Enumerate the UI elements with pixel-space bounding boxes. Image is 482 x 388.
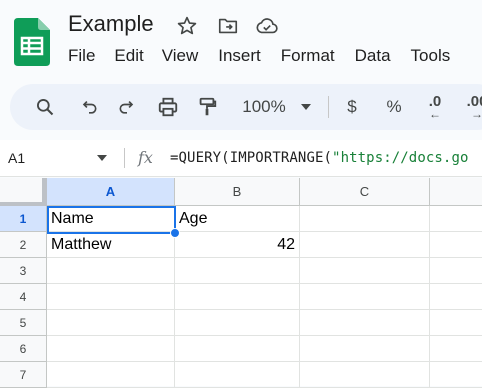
cell-a6[interactable] xyxy=(47,336,175,362)
menu-data[interactable]: Data xyxy=(355,46,391,70)
cell-a1[interactable]: Name xyxy=(47,206,175,232)
cell-d4[interactable] xyxy=(430,284,482,310)
spreadsheet-grid: A B C 1 2 3 4 5 6 7 Name Age Matthew 42 xyxy=(0,178,482,388)
arrow-right-icon: → xyxy=(471,107,482,121)
menu-edit[interactable]: Edit xyxy=(114,46,143,70)
cell-d6[interactable] xyxy=(430,336,482,362)
cell-a2[interactable]: Matthew xyxy=(47,232,175,258)
column-header-b[interactable]: B xyxy=(175,178,300,206)
document-title[interactable]: Example xyxy=(68,11,154,37)
cell-d5[interactable] xyxy=(430,310,482,336)
row-header-4[interactable]: 4 xyxy=(0,284,47,310)
formula-divider xyxy=(124,148,125,168)
cell-c6[interactable] xyxy=(300,336,430,362)
cell-b6[interactable] xyxy=(175,336,300,362)
column-header-a[interactable]: A xyxy=(47,178,175,206)
increase-decimal-button[interactable]: .00 → xyxy=(462,84,482,130)
row-header-3[interactable]: 3 xyxy=(0,258,47,284)
sheets-logo[interactable] xyxy=(14,18,50,66)
name-box-dropdown-icon[interactable] xyxy=(97,155,107,161)
formula-string-text: "https://docs.go xyxy=(332,150,469,166)
cell-b3[interactable] xyxy=(175,258,300,284)
paint-format-icon[interactable] xyxy=(194,84,220,130)
formula-function-text: =QUERY(IMPORTRANGE( xyxy=(170,150,333,166)
toolbar: 100% $ % .0 ← .00 → xyxy=(10,84,482,130)
select-all-corner[interactable] xyxy=(0,178,48,207)
cell-d1[interactable] xyxy=(430,206,482,232)
row-header-1[interactable]: 1 xyxy=(0,206,47,232)
cell-c7[interactable] xyxy=(300,362,430,388)
column-header-d[interactable] xyxy=(430,178,482,206)
format-percent-button[interactable]: % xyxy=(382,84,406,130)
column-header-c[interactable]: C xyxy=(300,178,430,206)
dropdown-arrow-icon[interactable] xyxy=(296,84,316,130)
cell-b2[interactable]: 42 xyxy=(175,232,300,258)
menu-file[interactable]: File xyxy=(68,46,95,70)
zoom-select[interactable]: 100% xyxy=(234,84,294,130)
cell-d2[interactable] xyxy=(430,232,482,258)
cell-c5[interactable] xyxy=(300,310,430,336)
move-to-folder-icon[interactable] xyxy=(216,14,240,38)
cell-c1[interactable] xyxy=(300,206,430,232)
arrow-left-icon: ← xyxy=(429,107,441,121)
undo-icon[interactable] xyxy=(76,84,102,130)
menu-insert[interactable]: Insert xyxy=(218,46,261,70)
cell-c2[interactable] xyxy=(300,232,430,258)
menu-bar: File Edit View Insert Format Data Tools xyxy=(68,46,450,70)
row-header-6[interactable]: 6 xyxy=(0,336,47,362)
cell-b1[interactable]: Age xyxy=(175,206,300,232)
menu-view[interactable]: View xyxy=(162,46,199,70)
cell-a7[interactable] xyxy=(47,362,175,388)
name-box[interactable]: A1 xyxy=(8,150,25,166)
redo-icon[interactable] xyxy=(114,84,140,130)
star-icon[interactable] xyxy=(175,14,199,38)
row-header-7[interactable]: 7 xyxy=(0,362,47,388)
cell-b7[interactable] xyxy=(175,362,300,388)
format-currency-button[interactable]: $ xyxy=(342,84,362,130)
menu-format[interactable]: Format xyxy=(281,46,335,70)
cell-d7[interactable] xyxy=(430,362,482,388)
fx-icon: fx xyxy=(138,148,153,167)
cell-c4[interactable] xyxy=(300,284,430,310)
print-icon[interactable] xyxy=(154,84,182,130)
cell-c3[interactable] xyxy=(300,258,430,284)
formula-input[interactable]: =QUERY(IMPORTRANGE("https://docs.go xyxy=(170,150,469,166)
cell-b5[interactable] xyxy=(175,310,300,336)
search-icon[interactable] xyxy=(32,84,58,130)
menu-tools[interactable]: Tools xyxy=(411,46,451,70)
decrease-decimal-button[interactable]: .0 ← xyxy=(422,84,448,130)
toolbar-divider xyxy=(328,96,329,118)
cloud-saved-icon[interactable] xyxy=(255,14,279,38)
cell-a5[interactable] xyxy=(47,310,175,336)
cell-d3[interactable] xyxy=(430,258,482,284)
cell-a4[interactable] xyxy=(47,284,175,310)
row-header-5[interactable]: 5 xyxy=(0,310,47,336)
cell-a3[interactable] xyxy=(47,258,175,284)
row-header-2[interactable]: 2 xyxy=(0,232,47,258)
cell-b4[interactable] xyxy=(175,284,300,310)
fill-handle[interactable] xyxy=(170,228,180,238)
